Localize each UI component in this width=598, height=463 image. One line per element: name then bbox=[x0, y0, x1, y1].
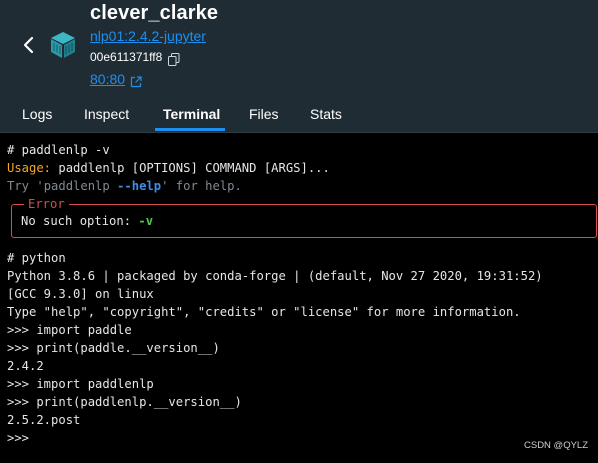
container-header: clever_clarke nlp01:2.4.2-jupyter 00e611… bbox=[0, 0, 598, 97]
usage-text: paddlenlp [OPTIONS] COMMAND [ARGS]... bbox=[51, 161, 330, 175]
terminal-line: # paddlenlp -v bbox=[7, 143, 110, 157]
tab-terminal[interactable]: Terminal bbox=[163, 97, 220, 132]
terminal-line: # python bbox=[7, 251, 66, 265]
error-message: No such option: -v bbox=[21, 212, 153, 230]
active-tab-indicator bbox=[155, 128, 225, 131]
port-link[interactable]: 80:80 bbox=[90, 71, 125, 87]
try-command: paddlenlp bbox=[43, 179, 118, 193]
terminal-line: Python 3.8.6 | packaged by conda-forge |… bbox=[7, 269, 543, 283]
error-text: No such option: bbox=[21, 214, 139, 228]
cube-icon bbox=[50, 31, 76, 59]
terminal-line: Usage: paddlenlp [OPTIONS] COMMAND [ARGS… bbox=[7, 159, 330, 177]
usage-label: Usage: bbox=[7, 161, 52, 175]
tab-inspect[interactable]: Inspect bbox=[84, 97, 129, 132]
terminal-line: 2.5.2.post bbox=[7, 413, 81, 427]
try-flag: --help bbox=[117, 179, 162, 193]
error-option: -v bbox=[138, 214, 154, 228]
terminal-output[interactable]: # paddlenlp -v Usage: paddlenlp [OPTIONS… bbox=[0, 133, 598, 463]
chevron-left-icon[interactable] bbox=[20, 36, 36, 54]
error-title: Error bbox=[24, 196, 69, 212]
terminal-line: Try 'paddlenlp --help' for help. bbox=[7, 177, 242, 195]
terminal-line: >>> print(paddlenlp.__version__) bbox=[7, 395, 242, 409]
image-link[interactable]: nlp01:2.4.2-jupyter bbox=[90, 28, 206, 44]
terminal-line: 2.4.2 bbox=[7, 359, 44, 373]
container-id-row: 00e611371ff8 bbox=[90, 50, 180, 66]
tab-files[interactable]: Files bbox=[249, 97, 279, 132]
container-name: clever_clarke bbox=[90, 2, 219, 24]
terminal-line: [GCC 9.3.0] on linux bbox=[7, 287, 154, 301]
error-box: Error No such option: -v bbox=[11, 196, 597, 238]
terminal-line: >>> import paddle bbox=[7, 323, 132, 337]
terminal-line: >>> print(paddle.__version__) bbox=[7, 341, 220, 355]
copy-icon[interactable] bbox=[168, 51, 180, 66]
terminal-line: >>> import paddlenlp bbox=[7, 377, 154, 391]
tab-logs[interactable]: Logs bbox=[22, 97, 52, 132]
tab-bar: Logs Inspect Terminal Files Stats bbox=[0, 97, 598, 133]
port-row: 80:80 bbox=[90, 71, 142, 88]
external-link-icon[interactable] bbox=[130, 73, 142, 88]
terminal-line: Type "help", "copyright", "credits" or "… bbox=[7, 305, 521, 319]
try-suffix: ' for help. bbox=[161, 179, 242, 193]
watermark: CSDN @QYLZ bbox=[524, 440, 589, 451]
try-prefix: Try ' bbox=[7, 179, 44, 193]
tab-stats[interactable]: Stats bbox=[310, 97, 342, 132]
container-id: 00e611371ff8 bbox=[90, 50, 163, 64]
terminal-prompt: >>> bbox=[7, 431, 30, 445]
